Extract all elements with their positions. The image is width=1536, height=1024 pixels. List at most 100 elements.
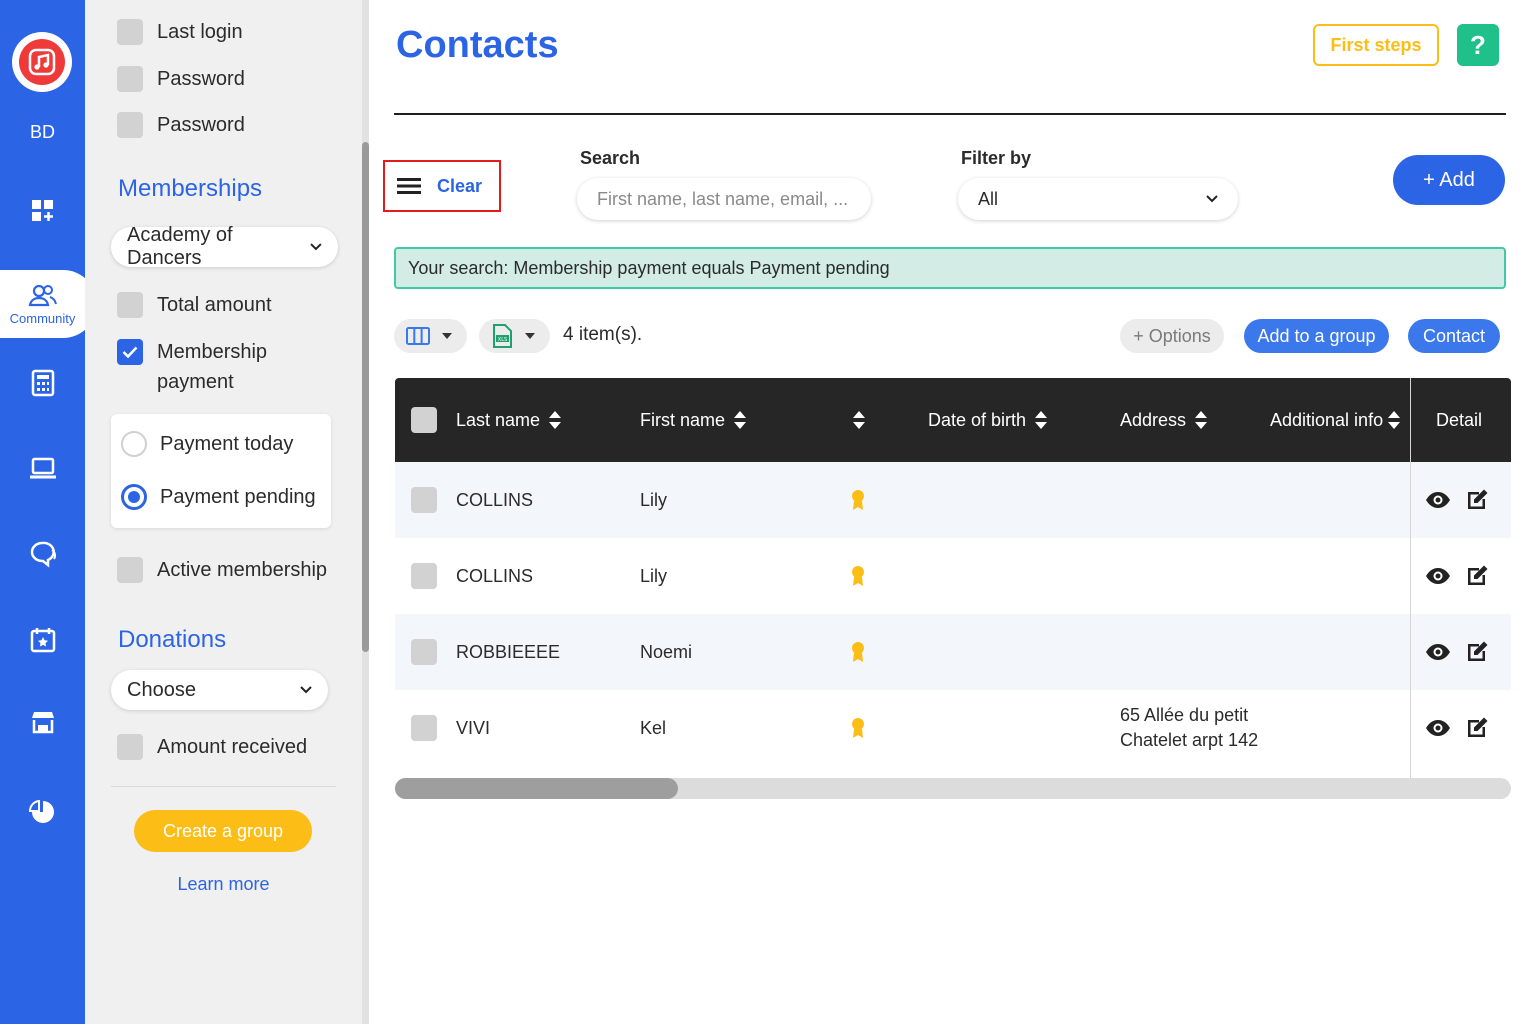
title-divider bbox=[394, 113, 1506, 115]
options-button[interactable]: + Options bbox=[1120, 319, 1224, 353]
membership-badge-icon bbox=[851, 538, 865, 614]
panel-scrollbar-thumb[interactable] bbox=[362, 142, 369, 652]
nav-dashboard[interactable] bbox=[0, 186, 85, 236]
hamburger-icon bbox=[397, 178, 421, 194]
row-checkbox[interactable] bbox=[411, 487, 437, 513]
check-icon bbox=[122, 346, 138, 358]
th-additional-info[interactable]: Additional info bbox=[1270, 378, 1401, 462]
first-steps-button[interactable]: First steps bbox=[1313, 24, 1439, 66]
detail-column-divider bbox=[1410, 378, 1411, 778]
clear-filters-button[interactable]: Clear bbox=[383, 160, 501, 212]
view-eye-icon[interactable] bbox=[1425, 567, 1451, 585]
community-icon bbox=[28, 284, 57, 306]
th-last-name[interactable]: Last name bbox=[456, 378, 562, 462]
sort-icon bbox=[549, 411, 562, 429]
contact-button[interactable]: Contact bbox=[1408, 319, 1500, 353]
export-toggle[interactable]: XLS bbox=[479, 319, 550, 353]
filter-password-2[interactable]: Password bbox=[117, 112, 245, 140]
calculator-icon bbox=[31, 369, 54, 397]
radio-button[interactable] bbox=[121, 431, 147, 457]
checkbox[interactable] bbox=[117, 66, 143, 92]
row-checkbox[interactable] bbox=[411, 715, 437, 741]
th-date-of-birth[interactable]: Date of birth bbox=[928, 378, 1048, 462]
row-checkbox[interactable] bbox=[411, 563, 437, 589]
table-row[interactable]: VIVI Kel 65 Allée du petit Chatelet arpt… bbox=[395, 690, 1511, 766]
edit-icon[interactable] bbox=[1465, 640, 1489, 664]
th-address[interactable]: Address bbox=[1120, 378, 1208, 462]
create-group-button[interactable]: Create a group bbox=[134, 810, 312, 852]
th-detail: Detail bbox=[1436, 378, 1482, 462]
columns-icon bbox=[406, 327, 430, 345]
nav-shop[interactable] bbox=[0, 697, 85, 747]
address-line-1: 65 Allée du petit bbox=[1120, 705, 1249, 725]
view-eye-icon[interactable] bbox=[1425, 491, 1451, 509]
filter-label: Amount received bbox=[157, 736, 308, 758]
add-contact-button[interactable]: + Add bbox=[1393, 155, 1505, 205]
nav-events[interactable] bbox=[0, 615, 85, 665]
radio-button-selected[interactable] bbox=[121, 484, 147, 510]
search-input[interactable] bbox=[577, 178, 871, 220]
nav-community[interactable]: Community bbox=[0, 270, 97, 338]
export-file-icon: XLS bbox=[493, 324, 512, 348]
nav-messages[interactable] bbox=[0, 529, 85, 579]
filter-active-membership[interactable]: Active membership bbox=[117, 557, 327, 585]
filter-last-login[interactable]: Last login bbox=[117, 19, 243, 47]
columns-toggle[interactable] bbox=[394, 319, 467, 353]
table-scrollbar-thumb[interactable] bbox=[395, 778, 678, 799]
select-all-checkbox[interactable] bbox=[411, 407, 437, 433]
radio-payment-pending[interactable]: Payment pending bbox=[121, 484, 316, 510]
table-row[interactable]: COLLINS Lily bbox=[395, 462, 1511, 538]
checkbox[interactable] bbox=[117, 292, 143, 318]
address-line-2: Chatelet arpt 142 bbox=[1120, 730, 1259, 750]
view-eye-icon[interactable] bbox=[1425, 643, 1451, 661]
edit-icon[interactable] bbox=[1465, 716, 1489, 740]
donations-select-value: Choose bbox=[127, 678, 196, 701]
filter-label: Password bbox=[157, 68, 245, 90]
checkbox[interactable] bbox=[117, 734, 143, 760]
table-row[interactable]: COLLINS Lily bbox=[395, 538, 1511, 614]
edit-icon[interactable] bbox=[1465, 488, 1489, 512]
nav-accounting[interactable] bbox=[0, 358, 85, 408]
chevron-down-icon bbox=[1206, 195, 1218, 203]
filter-label: Password bbox=[157, 114, 245, 136]
cell-first-name: Lily bbox=[640, 565, 668, 586]
filter-password[interactable]: Password bbox=[117, 66, 245, 94]
cell-last-name: COLLINS bbox=[456, 489, 534, 510]
cell-last-name: ROBBIEEEE bbox=[456, 641, 561, 662]
membership-select[interactable]: Academy of Dancers bbox=[111, 224, 338, 269]
filter-amount-received[interactable]: Amount received bbox=[117, 734, 307, 762]
checkbox[interactable] bbox=[117, 112, 143, 138]
panel-scrollbar[interactable] bbox=[362, 0, 369, 1024]
filter-total-amount[interactable]: Total amount bbox=[117, 292, 272, 320]
cell-address: 65 Allée du petit Chatelet arpt 142 bbox=[1120, 690, 1258, 766]
membership-badge-icon bbox=[851, 690, 865, 766]
filter-by-value: All bbox=[978, 188, 999, 209]
filter-membership-payment[interactable]: Membership payment bbox=[117, 339, 277, 397]
nav-reports[interactable] bbox=[0, 787, 85, 837]
memberships-heading: Memberships bbox=[118, 175, 263, 202]
view-eye-icon[interactable] bbox=[1425, 719, 1451, 737]
row-checkbox[interactable] bbox=[411, 639, 437, 665]
table-horizontal-scrollbar[interactable] bbox=[395, 778, 1511, 799]
th-label: Address bbox=[1120, 409, 1187, 430]
th-first-name[interactable]: First name bbox=[640, 378, 747, 462]
learn-more-link[interactable]: Learn more bbox=[85, 874, 362, 895]
checkbox-checked[interactable] bbox=[117, 339, 143, 365]
filter-by-select[interactable]: All bbox=[958, 178, 1238, 220]
table-row[interactable]: ROBBIEEEE Noemi bbox=[395, 614, 1511, 690]
help-button[interactable]: ? bbox=[1457, 24, 1499, 66]
th-label: First name bbox=[640, 409, 726, 430]
donations-select[interactable]: Choose bbox=[111, 670, 328, 710]
nav-rail: BD Community bbox=[0, 0, 97, 1024]
user-initials[interactable]: BD bbox=[0, 122, 85, 143]
checkbox[interactable] bbox=[117, 557, 143, 583]
radio-payment-today[interactable]: Payment today bbox=[121, 431, 293, 457]
search-label: Search bbox=[580, 148, 641, 168]
edit-icon[interactable] bbox=[1465, 564, 1489, 588]
cell-last-name: COLLINS bbox=[456, 565, 534, 586]
th-membership[interactable] bbox=[844, 378, 866, 462]
checkbox[interactable] bbox=[117, 19, 143, 45]
app-logo[interactable] bbox=[12, 32, 72, 92]
nav-website[interactable] bbox=[0, 443, 85, 493]
add-to-group-button[interactable]: Add to a group bbox=[1244, 319, 1389, 353]
